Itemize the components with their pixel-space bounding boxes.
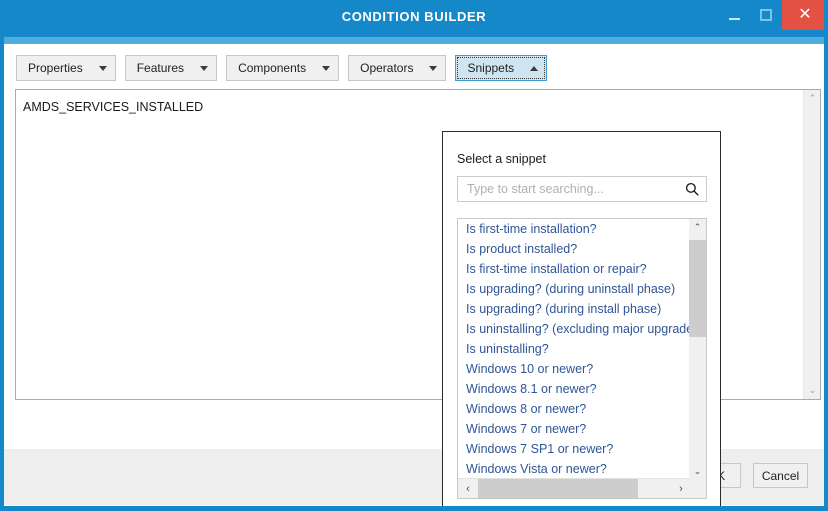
toolbar-button-snippets-label: Snippets (467, 61, 514, 75)
toolbar-button-snippets[interactable]: Snippets (455, 55, 547, 81)
condition-builder-window: CONDITION BUILDER ✕ Properties Features … (0, 0, 828, 511)
list-item[interactable]: Is uninstalling? (excluding major upgrad… (458, 319, 691, 339)
toolbar-button-properties[interactable]: Properties (16, 55, 116, 81)
scroll-down-icon[interactable]: ⌄ (804, 382, 821, 399)
list-item[interactable]: Windows 8.1 or newer? (458, 379, 691, 399)
list-item[interactable]: Is uninstalling? (458, 339, 691, 359)
maximize-icon (760, 9, 772, 21)
list-item[interactable]: Windows Vista or newer? (458, 459, 691, 479)
scroll-up-icon[interactable]: ⌃ (804, 90, 821, 107)
snippets-heading: Select a snippet (457, 152, 546, 166)
list-item[interactable]: Windows 8 or newer? (458, 399, 691, 419)
list-item[interactable]: Is first-time installation or repair? (458, 259, 691, 279)
scrollbar-thumb-vertical[interactable] (689, 240, 706, 337)
scroll-right-icon[interactable]: › (671, 479, 691, 498)
toolbar-button-components[interactable]: Components (226, 55, 339, 81)
window-title: CONDITION BUILDER (0, 9, 828, 24)
chevron-down-icon (200, 66, 208, 71)
editor-vertical-scrollbar[interactable]: ⌃ ⌄ (803, 90, 820, 399)
scroll-left-icon[interactable]: ‹ (458, 479, 478, 498)
snippets-vertical-scrollbar[interactable]: ⌃ ⌄ (689, 219, 706, 480)
title-bar: CONDITION BUILDER ✕ (0, 0, 828, 37)
toolbar-button-components-label: Components (238, 61, 306, 75)
chevron-down-icon (429, 66, 437, 71)
chevron-down-icon (99, 66, 107, 71)
snippets-horizontal-scrollbar[interactable]: ‹ › (458, 478, 707, 498)
snippets-list[interactable]: Is first-time installation?Is product in… (458, 219, 691, 480)
list-item[interactable]: Windows 7 SP1 or newer? (458, 439, 691, 459)
close-icon: ✕ (798, 7, 811, 23)
maximize-button[interactable] (750, 0, 782, 30)
condition-editor-text: AMDS_SERVICES_INSTALLED (23, 100, 203, 114)
toolbar: Properties Features Components Operators… (16, 55, 547, 81)
toolbar-button-operators-label: Operators (360, 61, 413, 75)
list-item[interactable]: Is upgrading? (during uninstall phase) (458, 279, 691, 299)
list-item[interactable]: Windows 7 or newer? (458, 419, 691, 439)
minimize-button[interactable] (718, 0, 750, 30)
toolbar-button-properties-label: Properties (28, 61, 83, 75)
minimize-icon (729, 18, 740, 20)
list-item[interactable]: Is upgrading? (during install phase) (458, 299, 691, 319)
chevron-down-icon (322, 66, 330, 71)
search-input[interactable] (465, 181, 678, 197)
list-item[interactable]: Is product installed? (458, 239, 691, 259)
scroll-up-icon[interactable]: ⌃ (689, 219, 706, 236)
cancel-button[interactable]: Cancel (753, 463, 808, 488)
toolbar-button-features-label: Features (137, 61, 184, 75)
list-item[interactable]: Is first-time installation? (458, 219, 691, 239)
toolbar-button-operators[interactable]: Operators (348, 55, 446, 81)
toolbar-button-features[interactable]: Features (125, 55, 217, 81)
scrollbar-corner (689, 478, 706, 498)
list-item[interactable]: Windows 10 or newer? (458, 359, 691, 379)
scrollbar-thumb-horizontal[interactable] (478, 479, 638, 498)
search-icon[interactable] (678, 182, 706, 197)
snippets-list-box: Is first-time installation?Is product in… (457, 218, 707, 499)
snippets-search-box[interactable] (457, 176, 707, 202)
close-button[interactable]: ✕ (782, 0, 828, 30)
title-bar-underline (0, 37, 828, 44)
dialog-body: Properties Features Components Operators… (4, 44, 824, 448)
chevron-up-icon (530, 66, 538, 71)
snippets-dropdown-panel: Select a snippet Is first-time installat… (442, 131, 721, 511)
